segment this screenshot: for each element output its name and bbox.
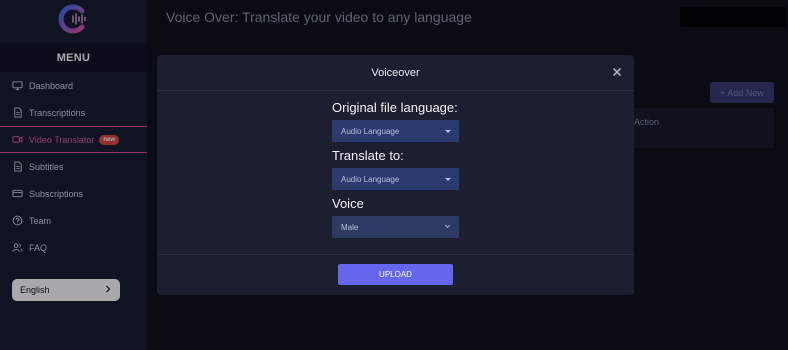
original-language-select[interactable]: Audio Language [332,120,459,142]
translate-to-label: Translate to: [332,148,404,163]
close-icon[interactable] [610,65,624,79]
upload-button[interactable]: UPLOAD [338,264,453,285]
original-language-label: Original file language: [332,100,458,115]
voice-select[interactable]: Male [332,216,459,238]
modal-title: Voiceover [371,66,420,79]
original-language-value: Audio Language [341,126,400,136]
modal-header: Voiceover [157,55,634,91]
voiceover-modal: Voiceover Original file language: Audio … [157,55,634,295]
translate-to-value: Audio Language [341,174,400,184]
chevron-down-icon [444,223,451,232]
voiceover-form: Original file language: Audio Language T… [332,100,462,238]
voice-value: Male [341,222,359,232]
modal-footer-divider [157,254,634,255]
caret-down-icon [445,177,451,181]
caret-down-icon [445,129,451,133]
voice-label: Voice [332,196,364,211]
translate-to-select[interactable]: Audio Language [332,168,459,190]
